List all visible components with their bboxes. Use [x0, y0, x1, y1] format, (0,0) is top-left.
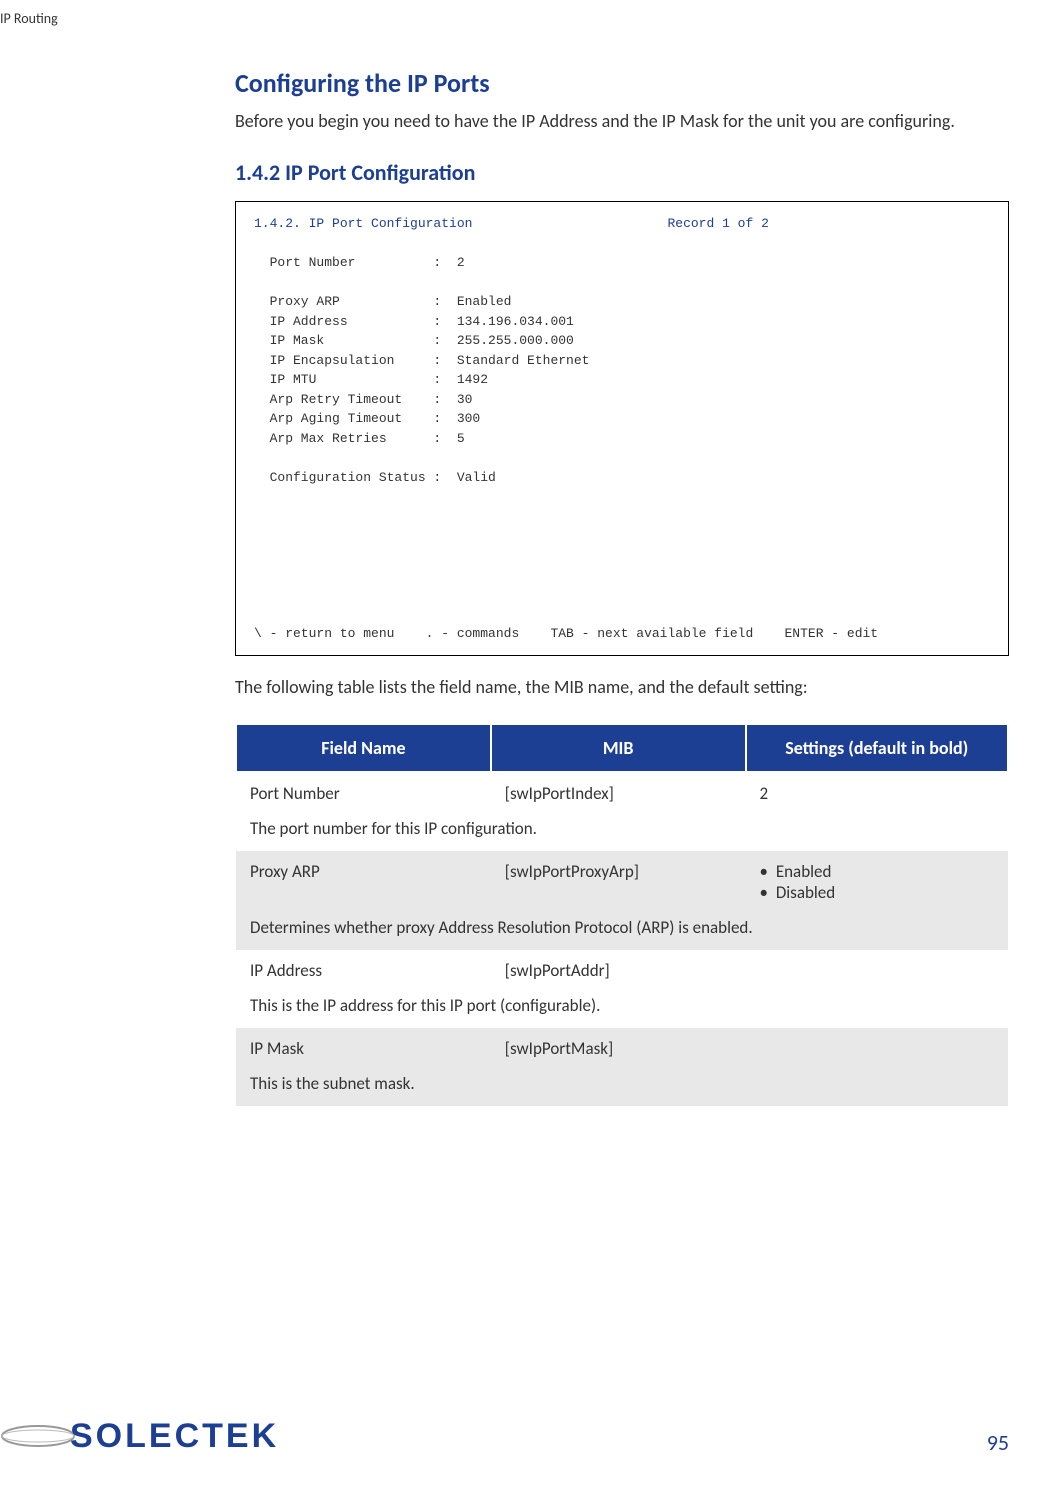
cell-field: IP Address — [236, 950, 491, 991]
cell-field: Proxy ARP — [236, 851, 491, 913]
cell-settings — [746, 950, 1009, 991]
list-item: Disabled — [760, 882, 995, 903]
section-title: 1.4.2 IP Port Configuration — [235, 159, 1009, 186]
cell-settings: EnabledDisabled — [746, 851, 1009, 913]
cell-mib: [swIpPortIndex] — [491, 772, 746, 814]
table-row-desc: The port number for this IP configuratio… — [236, 814, 1008, 851]
main-content: Configuring the IP Ports Before you begi… — [235, 67, 1009, 1106]
table-row-desc: This is the IP address for this IP port … — [236, 991, 1008, 1028]
table-row-desc: Determines whether proxy Address Resolut… — [236, 913, 1008, 950]
page-title: Configuring the IP Ports — [235, 67, 1009, 99]
cell-mib: [swIpPortAddr] — [491, 950, 746, 991]
terminal-body: Port Number : 2 Proxy ARP : Enabled IP A… — [254, 255, 878, 641]
cell-mib: [swIpPortMask] — [491, 1028, 746, 1069]
logo-swoosh-icon — [0, 1416, 80, 1456]
field-table: Field Name MIB Settings (default in bold… — [235, 723, 1009, 1106]
table-row: Port Number[swIpPortIndex]2 — [236, 772, 1008, 814]
table-header-settings: Settings (default in bold) — [746, 724, 1009, 772]
cell-settings: 2 — [746, 772, 1009, 814]
cell-field: Port Number — [236, 772, 491, 814]
table-header-mib: MIB — [491, 724, 746, 772]
cell-mib: [swIpPortProxyArp] — [491, 851, 746, 913]
cell-settings — [746, 1028, 1009, 1069]
intro-text: Before you begin you need to have the IP… — [235, 109, 1009, 134]
table-header-field: Field Name — [236, 724, 491, 772]
page-footer: SOLECTEK 95 — [0, 1416, 1009, 1456]
table-row: IP Mask[swIpPortMask] — [236, 1028, 1008, 1069]
list-item: Enabled — [760, 861, 995, 882]
terminal-title-line: 1.4.2. IP Port Configuration Record 1 of… — [254, 216, 769, 231]
terminal-screen: 1.4.2. IP Port Configuration Record 1 of… — [235, 201, 1009, 656]
table-row-desc: This is the subnet mask. — [236, 1069, 1008, 1106]
page-number: 95 — [987, 1429, 1009, 1456]
cell-desc: This is the IP address for this IP port … — [236, 991, 1008, 1028]
page-header: IP Routing — [0, 10, 1009, 27]
cell-desc: The port number for this IP configuratio… — [236, 814, 1008, 851]
logo: SOLECTEK — [0, 1416, 279, 1456]
table-intro: The following table lists the field name… — [235, 676, 1009, 698]
cell-desc: This is the subnet mask. — [236, 1069, 1008, 1106]
cell-field: IP Mask — [236, 1028, 491, 1069]
cell-desc: Determines whether proxy Address Resolut… — [236, 913, 1008, 950]
table-row: Proxy ARP[swIpPortProxyArp]EnabledDisabl… — [236, 851, 1008, 913]
logo-text: SOLECTEK — [70, 1417, 279, 1456]
table-row: IP Address[swIpPortAddr] — [236, 950, 1008, 991]
